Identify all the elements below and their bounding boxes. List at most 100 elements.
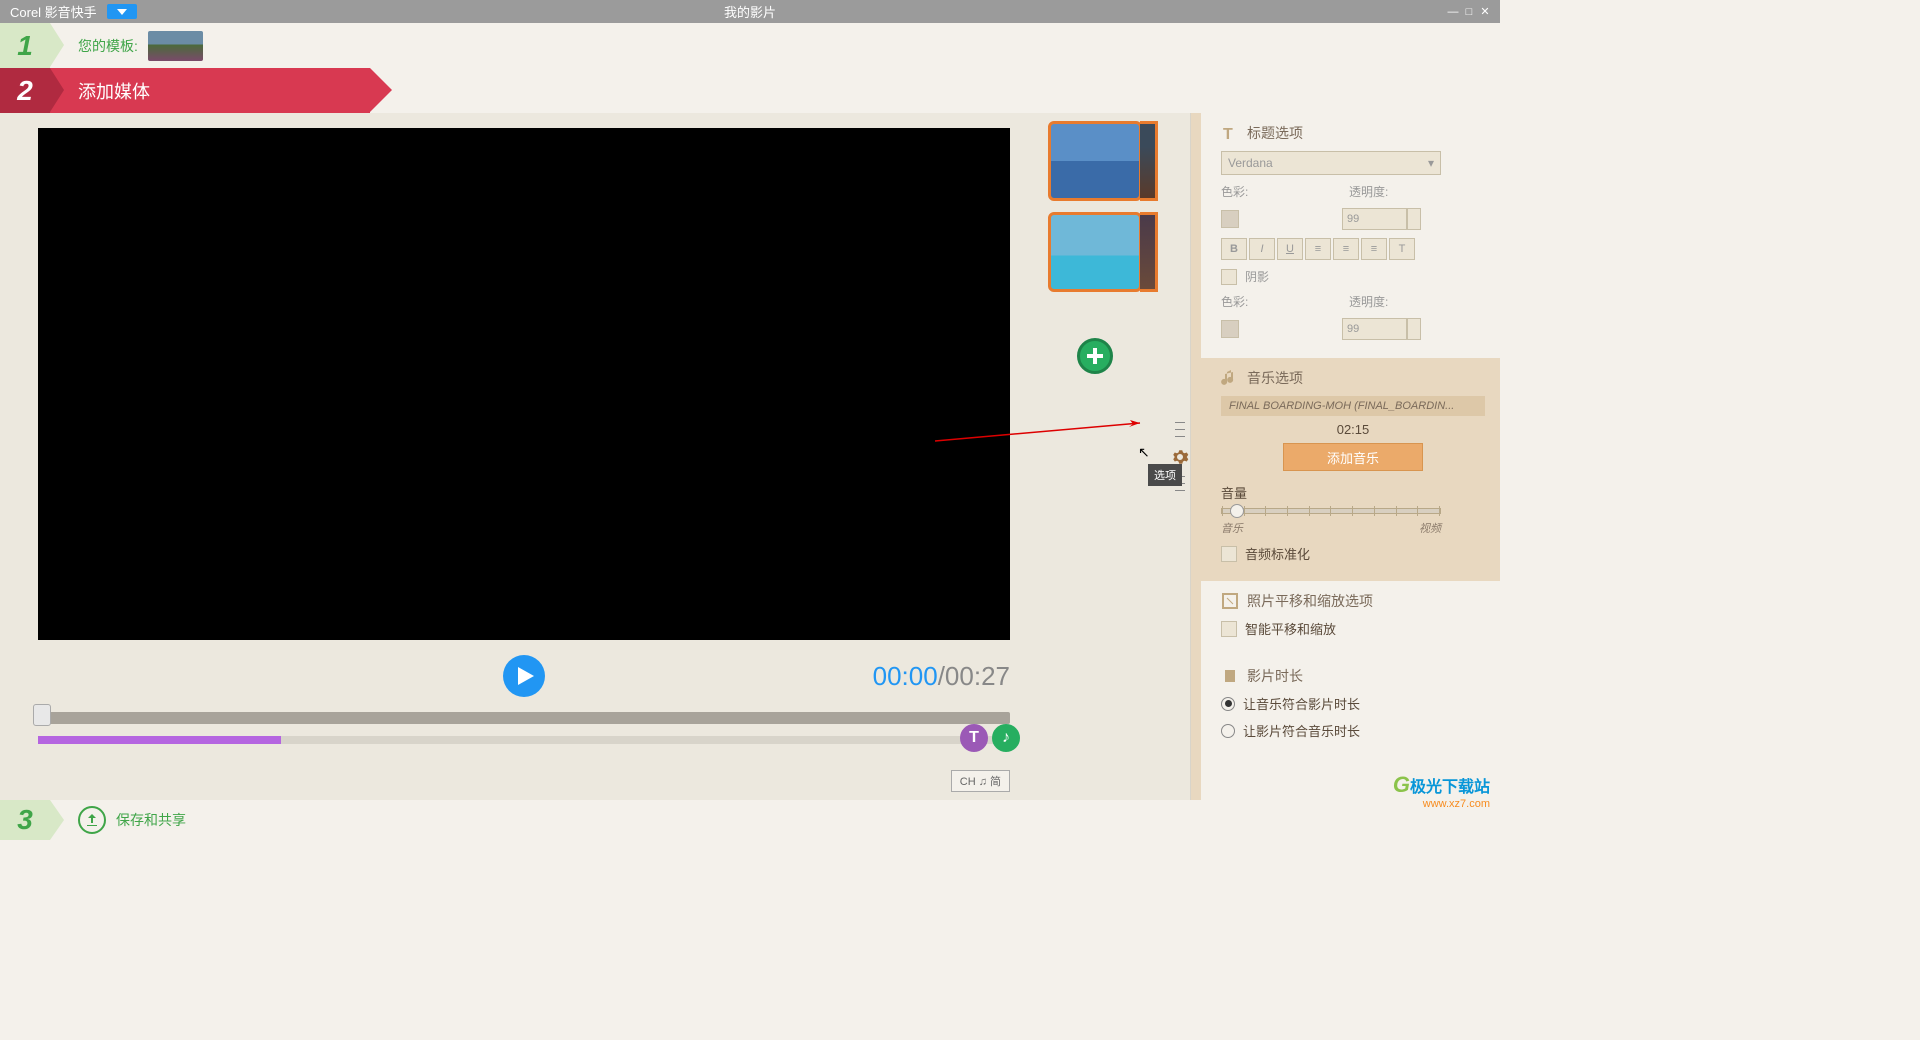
opacity-input[interactable]: 99 [1342,208,1407,230]
timeline-handle[interactable] [33,704,51,726]
volume-handle[interactable] [1230,504,1244,518]
title-options-header: 标题选项 [1247,123,1303,143]
music-track-fill [38,736,281,744]
bold-button[interactable]: B [1221,238,1247,260]
music-options-header: 音乐选项 [1247,368,1303,388]
music-track[interactable]: T ♪ [38,736,1010,744]
opacity-label: 透明度: [1349,183,1388,200]
smart-panzoom-label: 智能平移和缩放 [1245,619,1336,638]
vol-label-video: 视频 [1419,520,1441,536]
export-icon [78,806,106,834]
pan-zoom-section: 照片平移和缩放选项 智能平移和缩放 [1206,581,1500,656]
step-2-bar: 2 添加媒体 [0,68,1500,113]
music-track-button[interactable]: ♪ [992,724,1020,752]
align-left-button[interactable]: ≡ [1305,238,1331,260]
play-controls: 00:00/00:27 [38,655,1010,697]
shadow-color-swatch[interactable] [1221,320,1239,338]
gear-icon[interactable] [1171,448,1189,466]
titlebar: Corel 影音快手 我的影片 — □ ✕ [0,0,1500,23]
add-media-button[interactable] [1077,338,1113,374]
chevron-down-icon: ▾ [1428,156,1434,170]
step-1-bar[interactable]: 1 您的模板: [0,23,1500,68]
duration-radio-2[interactable] [1221,724,1235,738]
media-thumb-3[interactable] [1048,212,1142,292]
step-3-bar[interactable]: 3 保存和共享 [0,800,1500,840]
align-right-button[interactable]: ≡ [1361,238,1387,260]
chevron-down-icon [117,9,127,15]
duration-section: 影片时长 让音乐符合影片时长 让影片符合音乐时长 [1206,656,1500,758]
media-thumb-4[interactable] [1140,212,1158,292]
pan-zoom-header: 照片平移和缩放选项 [1247,591,1373,611]
duration-option-2: 让影片符合音乐时长 [1243,721,1360,740]
text-style-button[interactable]: T [1389,238,1415,260]
window-controls: — □ ✕ [1446,5,1500,19]
gear-tooltip: 选项 [1148,464,1182,486]
music-duration: 02:15 [1221,422,1485,437]
text-icon: T [1221,124,1239,142]
media-thumb-2[interactable] [1140,121,1158,201]
timeline-area: T ♪ [38,712,1010,744]
minimize-button[interactable]: — [1446,5,1460,19]
app-dropdown-button[interactable] [107,4,137,19]
shadow-label: 阴影 [1245,268,1269,285]
right-panel: T 标题选项 Verdana ▾ 色彩: 透明度: 99 B I U ≡ ≡ [1190,113,1500,800]
step-3-number: 3 [0,800,50,840]
color-swatch[interactable] [1221,210,1239,228]
opacity-label-2: 透明度: [1349,293,1388,310]
media-thumb-1[interactable] [1048,121,1142,201]
title-options-section: T 标题选项 Verdana ▾ 色彩: 透明度: 99 B I U ≡ ≡ [1206,113,1500,358]
normalize-checkbox[interactable] [1221,546,1237,562]
title-track-button[interactable]: T [960,724,988,752]
grip-icon [1175,420,1185,440]
normalize-label: 音频标准化 [1245,544,1310,563]
duration-option-1: 让音乐符合影片时长 [1243,694,1360,713]
main-area: 00:00/00:27 T ♪ CH ♫ 简 [0,113,1500,800]
project-name: 我的影片 [724,2,776,21]
step-2-label: 添加媒体 [78,78,150,104]
step-1-label: 您的模板: [78,36,138,56]
volume-label: 音量 [1221,483,1485,502]
color-label: 色彩: [1221,183,1281,200]
film-icon [1221,667,1239,685]
preview-area: 00:00/00:27 T ♪ CH ♫ 简 [0,113,1040,800]
shadow-checkbox[interactable] [1221,269,1237,285]
volume-slider[interactable] [1221,508,1441,514]
step-2-number: 2 [0,68,50,113]
step-1-number: 1 [0,23,50,68]
underline-button[interactable]: U [1277,238,1303,260]
music-icon [1221,369,1239,387]
template-thumbnail[interactable] [148,31,203,61]
timeline-track[interactable] [38,712,1010,724]
step-2-banner[interactable]: 2 添加媒体 [0,68,370,113]
svg-text:T: T [1223,126,1233,142]
media-panel [1040,113,1170,800]
duration-header: 影片时长 [1247,666,1303,686]
play-button[interactable] [503,655,545,697]
duration-radio-1[interactable] [1221,697,1235,711]
panel-divider[interactable] [1170,113,1190,800]
opacity-spinner[interactable] [1407,208,1421,230]
italic-button[interactable]: I [1249,238,1275,260]
font-select[interactable]: Verdana ▾ [1221,151,1441,175]
panzoom-icon [1221,592,1239,610]
ime-indicator[interactable]: CH ♫ 简 [951,770,1010,792]
add-music-button[interactable]: 添加音乐 [1283,443,1423,471]
maximize-button[interactable]: □ [1462,5,1476,19]
shadow-opacity-spinner[interactable] [1407,318,1421,340]
align-center-button[interactable]: ≡ [1333,238,1359,260]
time-display: 00:00/00:27 [873,661,1010,692]
add-media-area [1048,323,1142,388]
plus-icon [1085,346,1105,366]
smart-panzoom-checkbox[interactable] [1221,621,1237,637]
time-current: 00:00 [873,661,938,691]
video-preview[interactable] [38,128,1010,640]
play-icon [518,667,534,685]
cursor-icon: ↖ [1138,444,1150,461]
close-button[interactable]: ✕ [1478,5,1492,19]
watermark: G极光下载站 www.xz7.com [1393,772,1490,810]
music-track-name[interactable]: FINAL BOARDING-MOH (FINAL_BOARDIN... [1221,396,1485,416]
vol-label-music: 音乐 [1221,520,1243,536]
shadow-opacity-input[interactable]: 99 [1342,318,1407,340]
app-name: Corel 影音快手 [0,2,97,21]
color-label-2: 色彩: [1221,293,1281,310]
